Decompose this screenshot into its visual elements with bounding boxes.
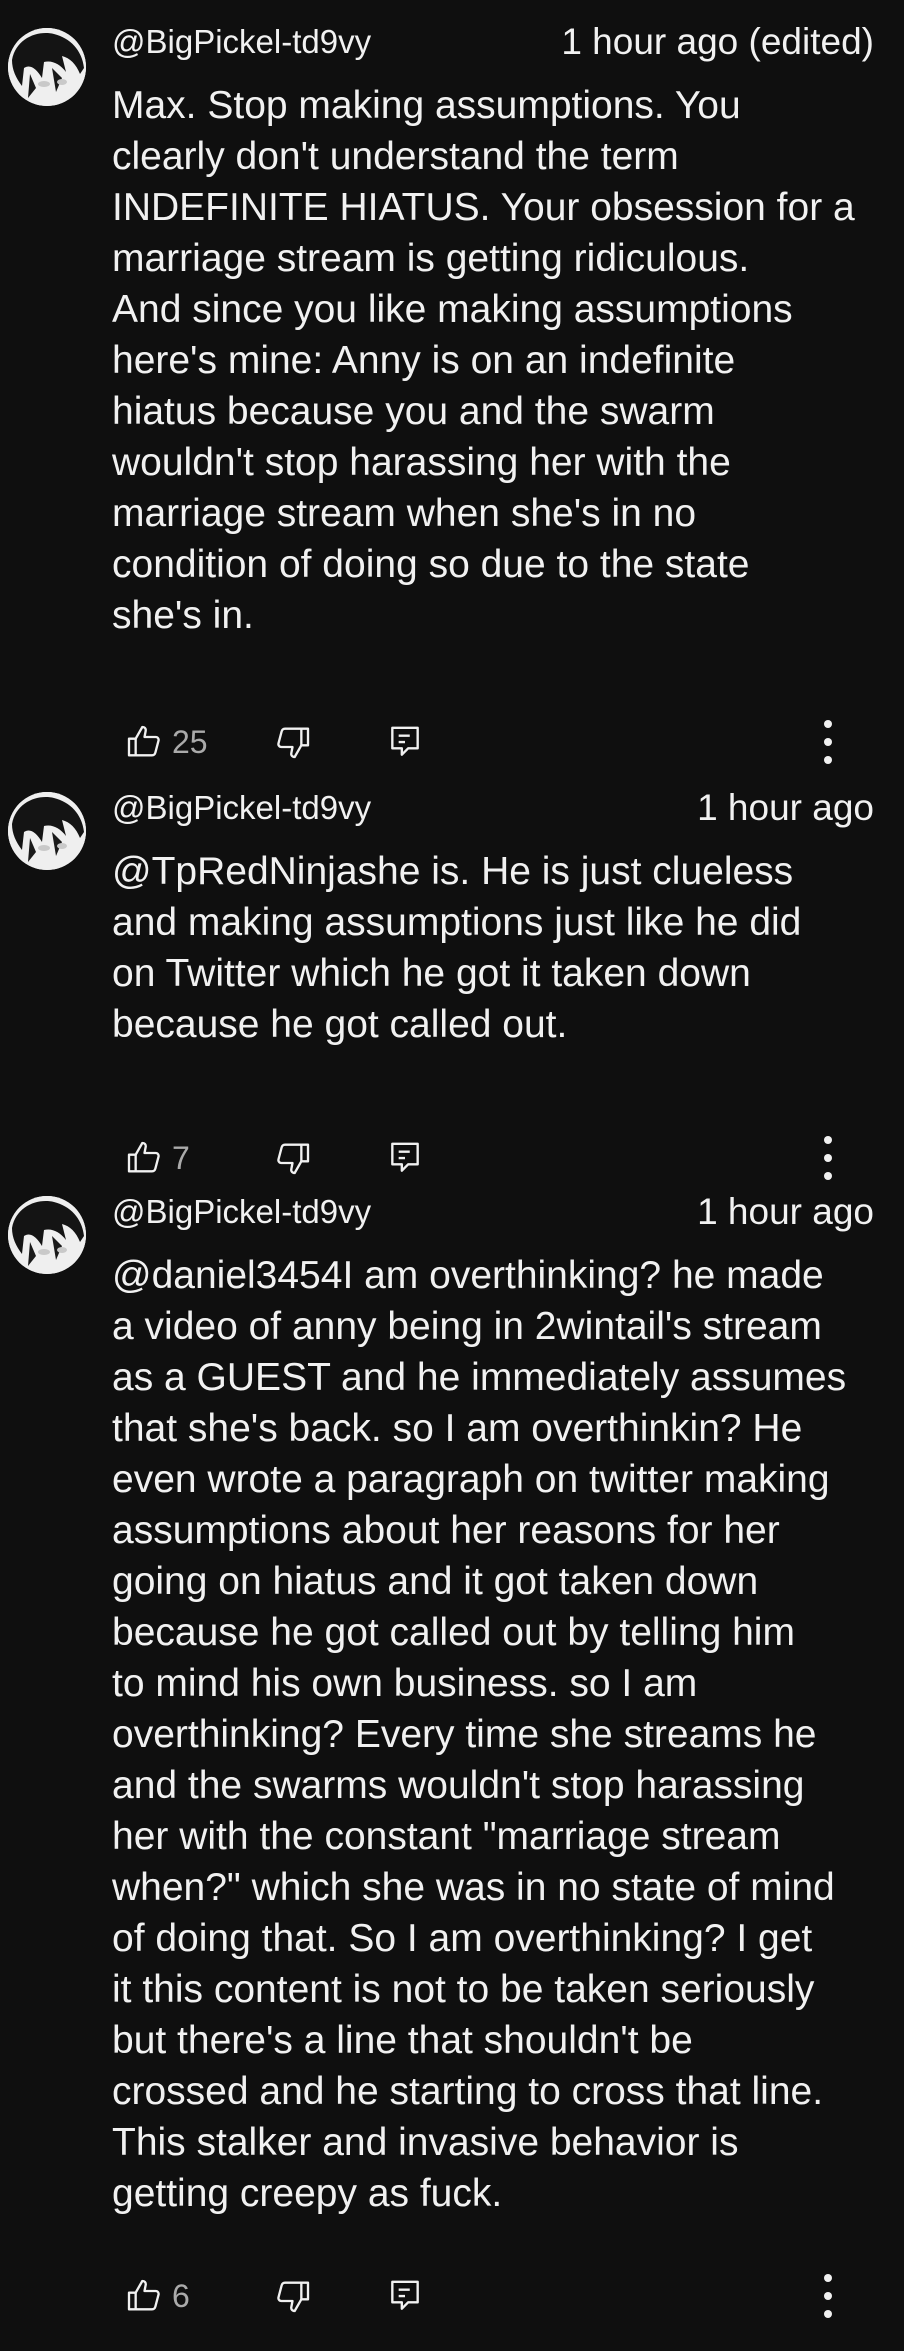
comment-text-line: it this content is not to be taken serio… xyxy=(112,1968,815,2011)
comment-text: Max. Stop making assumptions. You clearly… xyxy=(112,80,892,641)
comment-text-line: hiatus because you and the swarm xyxy=(112,390,715,433)
comment-text-line: going on hiatus and it got taken down xyxy=(112,1560,759,1603)
comment-text-line: and making assumptions just like he did xyxy=(112,901,802,944)
comment-text-line: assumptions about her reasons for her xyxy=(112,1509,780,1552)
thumbs-up-icon xyxy=(127,2279,160,2311)
comment-text-line: to mind his own business. so I am xyxy=(112,1662,698,1705)
like-button[interactable]: 6 xyxy=(124,2266,190,2326)
more-actions-button[interactable] xyxy=(808,1128,848,1188)
comment-text-line: This stalker and invasive behavior is xyxy=(112,2121,739,2164)
avatar-anime-icon xyxy=(8,1196,86,1274)
comment-actions: 25 xyxy=(0,712,904,772)
comment-text-line: of doing that. So I am overthinking? I g… xyxy=(112,1917,813,1960)
comment-actions: 6 xyxy=(0,2266,904,2326)
comment-text-line: wouldn't stop harassing her with the xyxy=(112,441,731,484)
comment-author[interactable]: @BigPickel-td9vy xyxy=(112,1192,371,1232)
reply-button[interactable] xyxy=(380,2266,430,2326)
thumbs-up-icon xyxy=(127,1141,160,1173)
comment-text-line: Max. Stop making assumptions. You xyxy=(112,84,741,127)
comment-text-line: her with the constant "marriage stream xyxy=(112,1815,781,1858)
comment-text-line: marriage stream is getting ridiculous. xyxy=(112,237,750,280)
comment-author[interactable]: @BigPickel-td9vy xyxy=(112,788,371,828)
reply-comment-icon xyxy=(391,1142,419,1172)
like-count: 25 xyxy=(172,723,208,760)
more-vertical-icon xyxy=(824,2274,832,2318)
more-vertical-icon xyxy=(824,1136,832,1180)
comment-text-line: marriage stream when she's in no xyxy=(112,492,697,535)
more-actions-button[interactable] xyxy=(808,712,848,772)
comment-text-line: clearly don't understand the term xyxy=(112,135,679,178)
thumbs-up-icon xyxy=(127,725,160,757)
reply-button[interactable] xyxy=(380,712,430,772)
dislike-button[interactable] xyxy=(268,712,318,772)
comment-text-line: on Twitter which he got it taken down xyxy=(112,952,751,995)
comment-text-line: condition of doing so due to the state xyxy=(112,543,750,586)
comment-text-line: overthinking? Every time she streams he xyxy=(112,1713,817,1756)
comment-timestamp: 1 hour ago xyxy=(697,1191,874,1232)
comment-text-line: when?" which she was in no state of mind xyxy=(112,1866,835,1909)
dislike-button[interactable] xyxy=(268,2266,318,2326)
reply-button[interactable] xyxy=(380,1128,430,1188)
comment-text-line: as a GUEST and he immediately assumes xyxy=(112,1356,847,1399)
comment-text-line: INDEFINITE HIATUS. Your obsession for a xyxy=(112,186,855,229)
comment-actions: 7 xyxy=(0,1128,904,1188)
comment-text-line: getting creepy as fuck. xyxy=(112,2172,503,2215)
avatar[interactable] xyxy=(8,28,86,106)
like-button[interactable]: 7 xyxy=(124,1128,190,1188)
comment-timestamp: 1 hour ago (edited) xyxy=(561,21,874,62)
comment-text-line: @TpRedNinjashe is. He is just clueless xyxy=(112,850,794,893)
comment-text-line: because he got called out by telling him xyxy=(112,1611,795,1654)
avatar[interactable] xyxy=(8,792,86,870)
more-actions-button[interactable] xyxy=(808,2266,848,2326)
comment-text-line: here's mine: Anny is on an indefinite xyxy=(112,339,736,382)
comment-text-line: because he got called out. xyxy=(112,1003,568,1046)
comment-text-line: but there's a line that shouldn't be xyxy=(112,2019,693,2062)
reply-comment-icon xyxy=(391,2280,419,2310)
like-button[interactable]: 25 xyxy=(124,712,208,772)
like-count: 6 xyxy=(172,2277,190,2314)
avatar[interactable] xyxy=(8,1196,86,1274)
like-count: 7 xyxy=(172,1139,190,1176)
comment-text-line: @daniel3454I am overthinking? he made xyxy=(112,1254,824,1297)
comment-text-line: that she's back. so I am overthinkin? He xyxy=(112,1407,803,1450)
avatar-anime-icon xyxy=(8,28,86,106)
comment-timestamp: 1 hour ago xyxy=(697,787,874,828)
comment-text-line: and the swarms wouldn't stop harassing xyxy=(112,1764,805,1807)
comment-text-line: crossed and he starting to cross that li… xyxy=(112,2070,824,2113)
comment-text-line: And since you like making assumptions xyxy=(112,288,793,331)
comment-text: @daniel3454I am overthinking? he made a v… xyxy=(112,1250,892,2219)
dislike-button[interactable] xyxy=(268,1128,318,1188)
thumbs-down-icon xyxy=(277,2281,310,2313)
reply-comment-icon xyxy=(391,726,419,756)
comment-text-line: a video of anny being in 2wintail's stre… xyxy=(112,1305,822,1348)
comment-text: @TpRedNinjashe is. He is just clueless an… xyxy=(112,846,892,1050)
comment-text-line: she's in. xyxy=(112,594,254,637)
thumbs-down-icon xyxy=(277,727,310,759)
more-vertical-icon xyxy=(824,720,832,764)
comment-text-line: even wrote a paragraph on twitter making xyxy=(112,1458,830,1501)
thumbs-down-icon xyxy=(277,1143,310,1175)
avatar-anime-icon xyxy=(8,792,86,870)
comment-author[interactable]: @BigPickel-td9vy xyxy=(112,22,371,62)
